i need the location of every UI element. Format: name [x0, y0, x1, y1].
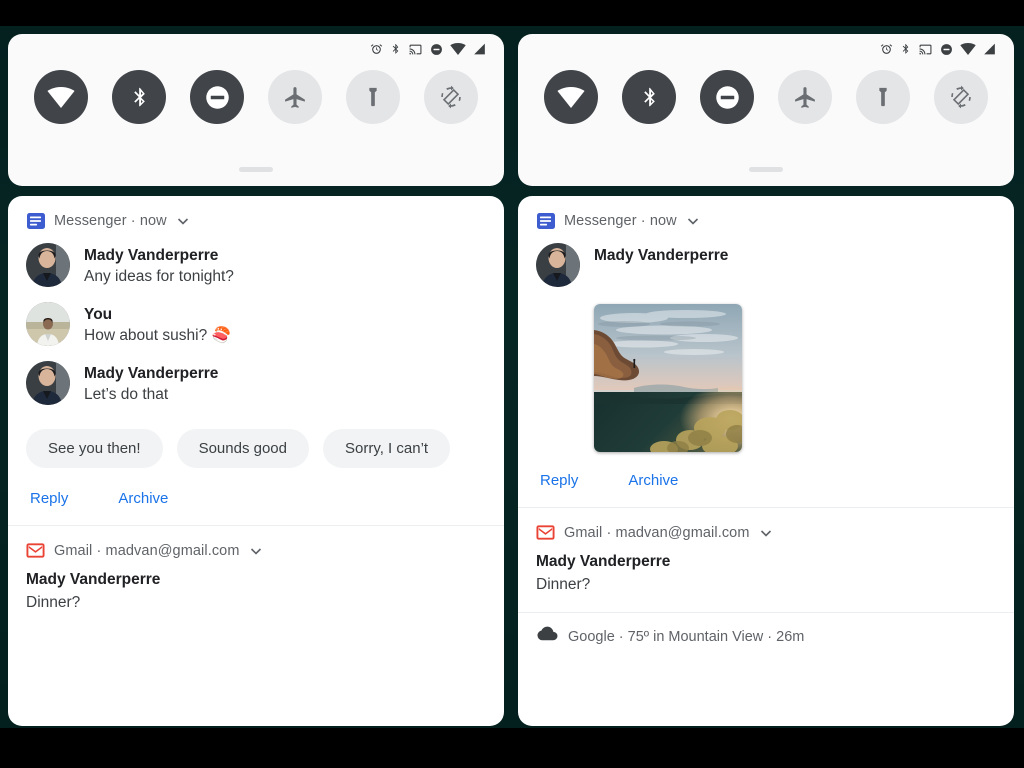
- do-not-disturb-icon: [430, 43, 443, 56]
- alarm-icon: [880, 43, 893, 56]
- bluetooth-icon: [900, 42, 911, 56]
- message-text: Any ideas for tonight?: [84, 268, 234, 285]
- avatar: [26, 302, 70, 346]
- message-row: Mady Vanderperre Any ideas for tonight?: [26, 236, 486, 295]
- notification-app-line: Gmail · madvan@gmail.com: [564, 525, 750, 541]
- chevron-down-icon[interactable]: [685, 213, 701, 229]
- qs-tile-flashlight[interactable]: [856, 70, 910, 124]
- notification-actions: Reply Archive: [26, 474, 486, 525]
- qs-tile-flashlight[interactable]: [346, 70, 400, 124]
- notification-header: Gmail · madvan@gmail.com: [536, 508, 996, 548]
- qs-tile-wifi[interactable]: [544, 70, 598, 124]
- notification-actions: Reply Archive: [536, 456, 996, 507]
- message-sender: You: [84, 306, 113, 323]
- chevron-down-icon[interactable]: [175, 213, 191, 229]
- status-bar-left: [8, 34, 504, 64]
- alarm-icon: [370, 43, 383, 56]
- qs-tile-airplane[interactable]: [268, 70, 322, 124]
- archive-button[interactable]: Archive: [118, 490, 168, 507]
- notification-messenger[interactable]: Messenger · now Mady Vanderperre Reply A…: [518, 196, 1014, 507]
- weather-summary: Google · 75º in Mountain View · 26m: [568, 629, 805, 645]
- notification-shade-left: Messenger · now Mady Vanderperre Any ide…: [8, 196, 504, 726]
- messenger-icon: [26, 211, 46, 231]
- message-row: You How about sushi? 🍣: [26, 295, 486, 354]
- gmail-icon: [536, 523, 556, 543]
- quick-settings-tiles-left: [8, 64, 504, 124]
- qs-tile-auto-rotate[interactable]: [934, 70, 988, 124]
- qs-tile-do-not-disturb[interactable]: [700, 70, 754, 124]
- wifi-icon: [450, 43, 466, 55]
- message-sender: Mady Vanderperre: [84, 247, 219, 264]
- message-body: You How about sushi? 🍣: [84, 302, 231, 347]
- signal-icon: [473, 43, 486, 55]
- notification-header: Messenger · now: [26, 196, 486, 236]
- cloud-icon: [536, 626, 558, 648]
- avatar: [536, 243, 580, 287]
- message-body: Mady Vanderperre Any ideas for tonight?: [84, 243, 234, 288]
- wifi-icon: [960, 43, 976, 55]
- notification-gmail[interactable]: Gmail · madvan@gmail.com Mady Vanderperr…: [518, 507, 1014, 612]
- avatar: [26, 361, 70, 405]
- messenger-icon: [536, 211, 556, 231]
- avatar: [26, 243, 70, 287]
- notification-app-line: Gmail · madvan@gmail.com: [54, 543, 240, 559]
- message-text: Let’s do that: [84, 386, 169, 403]
- message-photo-attachment[interactable]: [594, 304, 742, 452]
- phone-right: Messenger · now Mady Vanderperre Reply A…: [514, 30, 1018, 730]
- reply-button[interactable]: Reply: [540, 472, 578, 489]
- smart-reply-chip[interactable]: See you then!: [26, 429, 163, 468]
- qs-tile-do-not-disturb[interactable]: [190, 70, 244, 124]
- reply-button[interactable]: Reply: [30, 490, 68, 507]
- notification-messenger[interactable]: Messenger · now Mady Vanderperre Any ide…: [8, 196, 504, 525]
- gmail-icon: [26, 541, 46, 561]
- email-subject: Dinner?: [536, 576, 591, 593]
- cast-icon: [408, 43, 423, 56]
- smart-reply-chip[interactable]: Sorry, I can’t: [323, 429, 451, 468]
- notification-app-line: Messenger · now: [54, 213, 167, 229]
- quick-settings-drag-handle[interactable]: [749, 167, 783, 172]
- message-row: Mady Vanderperre: [536, 236, 996, 294]
- message-body: Mady Vanderperre Let’s do that: [84, 361, 218, 406]
- do-not-disturb-icon: [940, 43, 953, 56]
- message-sender: Mady Vanderperre: [594, 247, 729, 264]
- email-sender: Mady Vanderperre: [26, 571, 161, 588]
- message-row: Mady Vanderperre Let’s do that: [26, 354, 486, 413]
- phone-left: Messenger · now Mady Vanderperre Any ide…: [4, 30, 508, 730]
- notification-header: Google · 75º in Mountain View · 26m: [536, 613, 996, 661]
- quick-settings-tiles-right: [518, 64, 1014, 124]
- notification-header: Gmail · madvan@gmail.com: [26, 526, 486, 566]
- qs-tile-auto-rotate[interactable]: [424, 70, 478, 124]
- quick-settings-panel-right: [518, 34, 1014, 186]
- signal-icon: [983, 43, 996, 55]
- notification-header: Messenger · now: [536, 196, 996, 236]
- quick-settings-drag-handle[interactable]: [239, 167, 273, 172]
- quick-settings-panel-left: [8, 34, 504, 186]
- smart-reply-chips: See you then! Sounds good Sorry, I can’t: [26, 413, 486, 474]
- notification-google-weather[interactable]: Google · 75º in Mountain View · 26m: [518, 612, 1014, 661]
- status-bar-right: [518, 34, 1014, 64]
- email-sender: Mady Vanderperre: [536, 553, 671, 570]
- screen: Messenger · now Mady Vanderperre Any ide…: [0, 0, 1024, 768]
- message-body: Mady Vanderperre: [594, 243, 728, 266]
- notification-app-line: Messenger · now: [564, 213, 677, 229]
- qs-tile-wifi[interactable]: [34, 70, 88, 124]
- chevron-down-icon[interactable]: [248, 543, 264, 559]
- message-sender: Mady Vanderperre: [84, 365, 219, 382]
- chevron-down-icon[interactable]: [758, 525, 774, 541]
- smart-reply-chip[interactable]: Sounds good: [176, 429, 309, 468]
- message-text: How about sushi? 🍣: [84, 327, 231, 344]
- archive-button[interactable]: Archive: [628, 472, 678, 489]
- notification-gmail[interactable]: Gmail · madvan@gmail.com Mady Vanderperr…: [8, 525, 504, 630]
- notification-shade-right: Messenger · now Mady Vanderperre Reply A…: [518, 196, 1014, 726]
- cast-icon: [918, 43, 933, 56]
- bluetooth-icon: [390, 42, 401, 56]
- qs-tile-bluetooth[interactable]: [112, 70, 166, 124]
- qs-tile-airplane[interactable]: [778, 70, 832, 124]
- email-subject: Dinner?: [26, 594, 81, 611]
- qs-tile-bluetooth[interactable]: [622, 70, 676, 124]
